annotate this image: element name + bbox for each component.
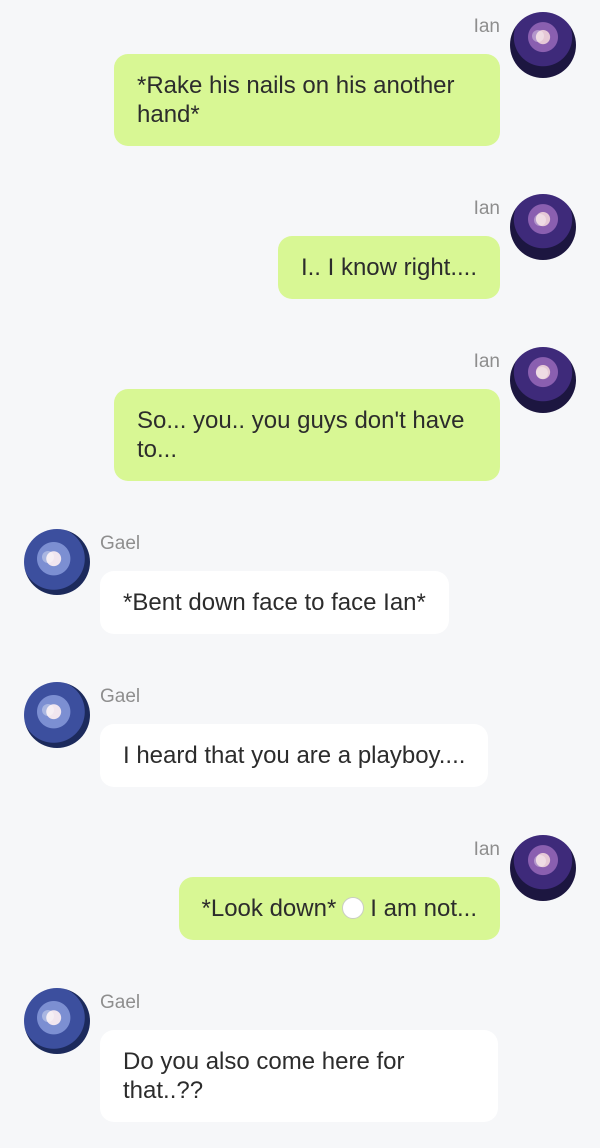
thought-bubble-icon [342, 897, 365, 919]
message-bubble[interactable]: I heard that you are a playboy.... [100, 724, 489, 787]
message-bubble[interactable]: So... you.. you guys don't have to... [114, 389, 500, 481]
ian-avatar[interactable] [510, 835, 576, 901]
avatar-highlight [534, 214, 546, 226]
sender-name: Ian [473, 351, 500, 372]
message-bubble[interactable]: Do you also come here for that..?? [100, 1030, 498, 1122]
sender-name: Gael [100, 992, 141, 1013]
sender-name: Gael [100, 533, 141, 554]
avatar-highlight [534, 855, 546, 867]
message-bubble[interactable]: *Bent down face to face Ian* [100, 571, 449, 634]
message-bubble[interactable]: I.. I know right.... [277, 236, 500, 299]
message-text: I am not... [370, 895, 477, 922]
sender-name: Ian [473, 839, 500, 860]
message-bubble[interactable]: *Rake his nails on his another hand* [114, 54, 500, 146]
ian-avatar[interactable] [510, 347, 576, 413]
avatar-highlight [42, 704, 54, 716]
gael-avatar[interactable] [24, 682, 90, 748]
message-bubble[interactable]: *Look down* I am not... [178, 877, 500, 940]
sender-name: Ian [473, 16, 500, 37]
chat-thread: Ian *Rake his nails on his another hand*… [0, 0, 600, 1148]
sender-name: Ian [473, 198, 500, 219]
ian-avatar[interactable] [510, 194, 576, 260]
avatar-highlight [536, 367, 548, 379]
avatar-highlight [532, 30, 544, 42]
message-text: *Look down* [201, 895, 337, 922]
sender-name: Gael [100, 686, 141, 707]
gael-avatar[interactable] [24, 529, 90, 595]
ian-avatar[interactable] [510, 12, 576, 78]
gael-avatar[interactable] [24, 988, 90, 1054]
avatar-highlight [42, 1010, 54, 1022]
avatar-highlight [42, 551, 54, 563]
